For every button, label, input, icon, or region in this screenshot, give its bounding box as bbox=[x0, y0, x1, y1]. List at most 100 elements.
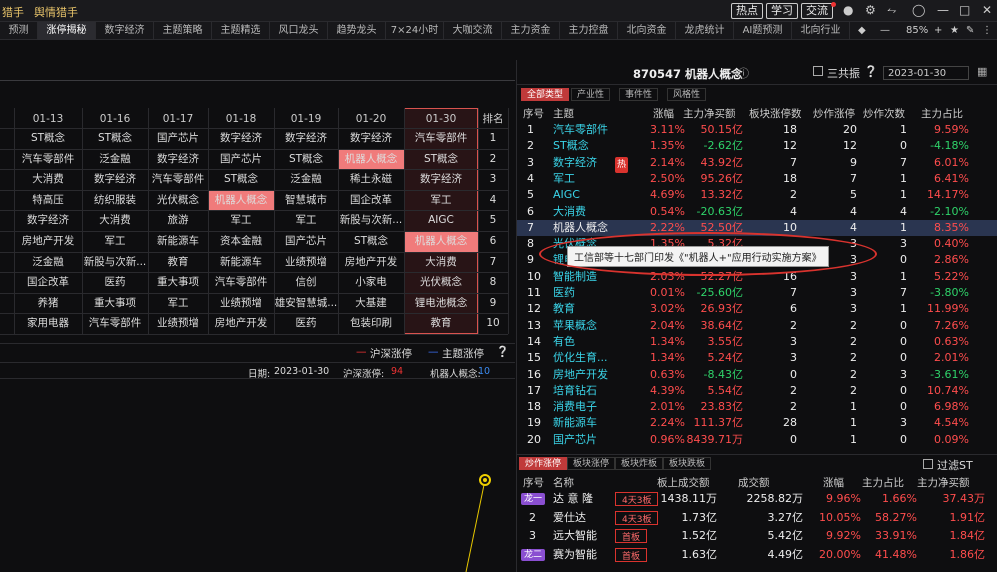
tab-11[interactable]: 北向资金 bbox=[618, 22, 676, 40]
bcol-onboard[interactable]: 板上成交额 bbox=[657, 475, 710, 490]
col-main-ratio[interactable]: 主力占比 bbox=[921, 106, 963, 121]
subtab-event[interactable]: 事件性 bbox=[619, 88, 659, 101]
theme-cell[interactable]: 数字经济 bbox=[274, 128, 338, 149]
theme-cell[interactable]: 房地产开发 bbox=[14, 231, 82, 252]
theme-cell[interactable]: ST概念 bbox=[404, 149, 478, 170]
theme-cell[interactable]: 军工 bbox=[404, 190, 478, 211]
theme-row[interactable]: 1 汽车零部件 3.11% 50.15亿 18 20 1 9.59% bbox=[517, 122, 997, 138]
help-icon-2[interactable]: ❔ bbox=[864, 65, 878, 78]
theme-cell[interactable]: 汽车零部件 bbox=[208, 272, 274, 293]
theme-cell[interactable]: 数字经济 bbox=[208, 128, 274, 149]
theme-cell[interactable]: 大基建 bbox=[338, 293, 404, 314]
stock-name[interactable]: 爱仕达 bbox=[553, 510, 586, 526]
theme-cell[interactable]: 国企改革 bbox=[14, 272, 82, 293]
user-icon[interactable]: ● bbox=[843, 3, 853, 17]
theme-row[interactable]: 3 数字经济 2.14% 43.92亿 7 9 7 6.01% 热 bbox=[517, 155, 997, 173]
bcol-change[interactable]: 涨幅 bbox=[823, 475, 844, 490]
theme-cell[interactable]: 国产芯片 bbox=[208, 149, 274, 170]
col-hype-times[interactable]: 炒作次数 bbox=[863, 106, 905, 121]
stock-name[interactable]: 赛为智能 bbox=[553, 547, 597, 563]
theme-row[interactable]: 14 有色 1.34% 3.55亿 3 2 0 0.63% bbox=[517, 334, 997, 350]
theme-cell[interactable]: 业绩预增 bbox=[274, 252, 338, 273]
theme-cell[interactable]: 汽车零部件 bbox=[82, 313, 148, 334]
btab-hype[interactable]: 炒作涨停 bbox=[519, 457, 568, 470]
btab-burst[interactable]: 板块炸板 bbox=[615, 457, 664, 470]
tab-13[interactable]: AI题预测 bbox=[734, 22, 792, 40]
date-header[interactable]: 01-16 bbox=[82, 110, 148, 128]
col-main-net[interactable]: 主力净买额 bbox=[683, 106, 736, 121]
theme-cell[interactable]: 雄安智慧城... bbox=[274, 293, 338, 314]
theme-cell[interactable]: 房地产开发 bbox=[208, 313, 274, 334]
subtab-industry[interactable]: 产业性 bbox=[571, 88, 611, 101]
stock-row[interactable]: 龙一达 意 隆 4天3板 1438.11万 2258.82万 9.96% 1.66% 37.… bbox=[517, 491, 997, 509]
date-header[interactable]: 01-17 bbox=[148, 110, 208, 128]
btab-limit[interactable]: 板块涨停 bbox=[567, 457, 616, 470]
info-icon[interactable]: ⓘ bbox=[738, 65, 749, 81]
theme-cell[interactable]: 新能源车 bbox=[148, 231, 208, 252]
theme-row[interactable]: 6 大消费 0.54% -20.63亿 4 4 4 -2.10% bbox=[517, 204, 997, 220]
bcol-net[interactable]: 主力净买额 bbox=[917, 475, 970, 490]
theme-cell[interactable]: 数字经济 bbox=[14, 210, 82, 231]
theme-cell[interactable]: 业绩预增 bbox=[208, 293, 274, 314]
theme-row[interactable]: 17 培育钻石 4.39% 5.54亿 2 2 0 10.74% bbox=[517, 383, 997, 399]
theme-cell[interactable]: 泛金融 bbox=[274, 169, 338, 190]
theme-cell[interactable]: 军工 bbox=[82, 231, 148, 252]
theme-cell[interactable]: 旅游 bbox=[148, 210, 208, 231]
stock-row[interactable]: 2 爱仕达 4天3板 1.73亿 3.27亿 10.05% 58.27% 1.91亿 bbox=[517, 510, 997, 528]
tab-10[interactable]: 主力控盘 bbox=[560, 22, 618, 40]
tab-9[interactable]: 主力资金 bbox=[502, 22, 560, 40]
theme-cell[interactable]: 国企改革 bbox=[338, 190, 404, 211]
col-theme[interactable]: 主题 bbox=[553, 106, 574, 121]
theme-row[interactable]: 16 房地产开发 0.63% -8.43亿 0 2 3 -3.61% bbox=[517, 367, 997, 383]
theme-row[interactable]: 12 教育 3.02% 26.93亿 6 3 1 11.99% bbox=[517, 301, 997, 317]
btab-down[interactable]: 板块跌板 bbox=[663, 457, 712, 470]
tab-0[interactable]: 预测 bbox=[0, 22, 38, 40]
calendar-icon[interactable]: ▦ bbox=[977, 65, 987, 78]
theme-cell[interactable]: 智慧城市 bbox=[274, 190, 338, 211]
theme-cell[interactable]: 医药 bbox=[82, 272, 148, 293]
theme-cell[interactable]: 军工 bbox=[208, 210, 274, 231]
theme-cell[interactable]: 国产芯片 bbox=[148, 128, 208, 149]
theme-cell[interactable]: 光伏概念 bbox=[404, 272, 478, 293]
theme-cell[interactable]: 重大事项 bbox=[82, 293, 148, 314]
theme-cell[interactable]: 纺织服装 bbox=[82, 190, 148, 211]
theme-row[interactable]: 13 苹果概念 2.04% 38.64亿 2 2 0 7.26% bbox=[517, 318, 997, 334]
col-no[interactable]: 序号 bbox=[523, 106, 544, 121]
tab-7[interactable]: 7×24小时 bbox=[386, 22, 444, 40]
theme-cell[interactable]: 数字经济 bbox=[82, 169, 148, 190]
theme-cell[interactable]: ST概念 bbox=[338, 231, 404, 252]
theme-cell[interactable]: 数字经济 bbox=[148, 149, 208, 170]
tab-5[interactable]: 风口龙头 bbox=[270, 22, 328, 40]
theme-row[interactable]: 19 新能源车 2.24% 111.37亿 28 1 3 4.54% bbox=[517, 415, 997, 431]
theme-cell[interactable]: 大消费 bbox=[14, 169, 82, 190]
theme-cell[interactable]: 汽车零部件 bbox=[148, 169, 208, 190]
theme-cell[interactable]: 汽车零部件 bbox=[404, 128, 478, 149]
theme-cell[interactable]: 泛金融 bbox=[82, 149, 148, 170]
theme-cell[interactable]: 资本金融 bbox=[208, 231, 274, 252]
expand-icon[interactable]: ⥊ bbox=[887, 3, 897, 18]
theme-cell[interactable]: 军工 bbox=[274, 210, 338, 231]
tab-14[interactable]: 北向行业 bbox=[792, 22, 850, 40]
filter-st-checkbox[interactable] bbox=[923, 459, 933, 469]
theme-cell[interactable]: 大消费 bbox=[82, 210, 148, 231]
theme-cell[interactable]: AIGC bbox=[404, 210, 478, 231]
zoom-out-icon[interactable]: ◆ bbox=[858, 22, 866, 40]
stock-name[interactable]: 达 意 隆 bbox=[553, 491, 593, 507]
theme-cell[interactable]: 养猪 bbox=[14, 293, 82, 314]
stock-row[interactable]: 3 远大智能 首板 1.52亿 5.42亿 9.92% 33.91% 1.84亿 bbox=[517, 528, 997, 546]
theme-cell[interactable]: ST概念 bbox=[14, 128, 82, 149]
col-hype-limit[interactable]: 炒作涨停 bbox=[813, 106, 855, 121]
theme-cell[interactable]: 机器人概念 bbox=[208, 189, 274, 211]
tab-2[interactable]: 数字经济 bbox=[96, 22, 154, 40]
theme-cell[interactable]: 数字经济 bbox=[338, 128, 404, 149]
theme-row[interactable]: 20 国产芯片 0.96% 8439.71万 0 1 0 0.09% bbox=[517, 432, 997, 448]
theme-cell[interactable]: 新能源车 bbox=[208, 252, 274, 273]
theme-cell[interactable]: 教育 bbox=[404, 313, 478, 334]
favorite-icon[interactable]: ★ bbox=[950, 22, 959, 40]
tab-6[interactable]: 趋势龙头 bbox=[328, 22, 386, 40]
theme-row[interactable]: 4 军工 2.50% 95.26亿 18 7 1 6.41% bbox=[517, 171, 997, 187]
theme-cell[interactable]: ST概念 bbox=[208, 169, 274, 190]
col-change[interactable]: 涨幅 bbox=[653, 106, 674, 121]
date-header[interactable]: 01-20 bbox=[338, 110, 404, 128]
theme-cell[interactable]: 锂电池概念 bbox=[404, 293, 478, 314]
